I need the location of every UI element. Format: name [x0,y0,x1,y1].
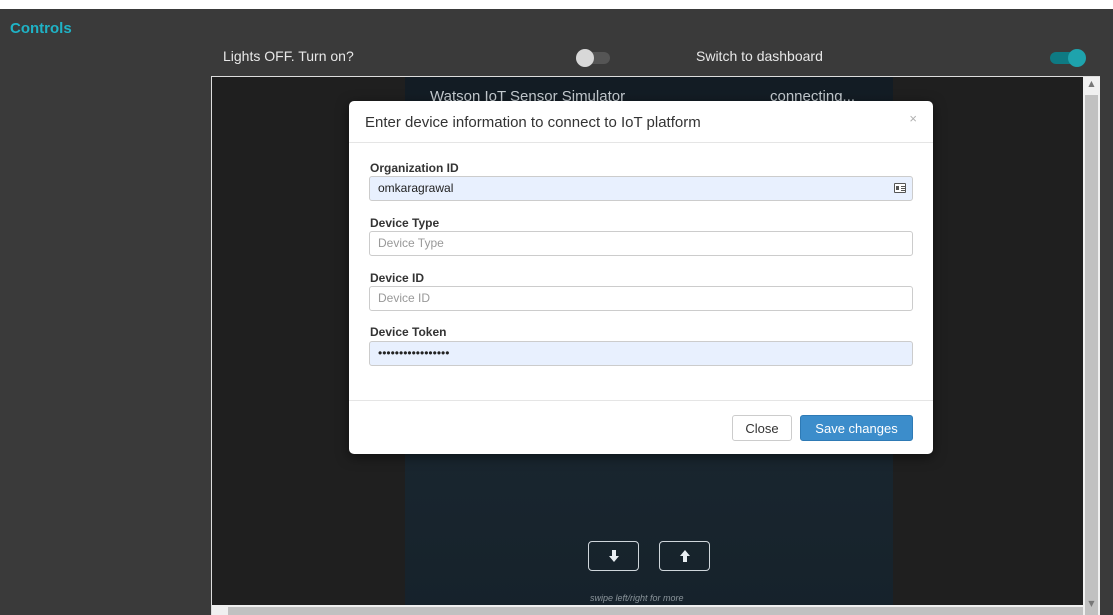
swipe-hint: swipe left/right for more [590,593,684,603]
arrow-down-icon [608,550,619,562]
organization-id-label: Organization ID [370,161,459,175]
organization-id-value: omkaragrawal [378,181,454,195]
contact-card-icon[interactable] [894,183,906,193]
device-id-placeholder: Device ID [378,291,431,305]
organization-id-input[interactable]: omkaragrawal [369,176,913,201]
modal-footer: Close Save changes [349,400,933,454]
device-id-label: Device ID [370,271,425,285]
device-token-label: Device Token [370,325,447,339]
device-info-modal: Enter device information to connect to I… [349,101,933,454]
toggle-knob [1068,49,1086,67]
scroll-up-arrow-icon[interactable]: ▲ [1083,77,1100,91]
horizontal-scrollbar[interactable] [212,605,1083,615]
device-token-input[interactable]: ••••••••••••••••• [369,341,913,366]
increase-button[interactable] [659,541,710,571]
decrease-button[interactable] [588,541,639,571]
lights-toggle-label: Lights OFF. Turn on? [223,48,354,64]
top-strip [0,0,1113,9]
horizontal-scroll-thumb[interactable] [228,607,1083,615]
modal-title: Enter device information to connect to I… [365,114,701,131]
device-type-label: Device Type [370,216,440,230]
vertical-scroll-thumb[interactable] [1085,95,1098,615]
vertical-scrollbar[interactable]: ▲ ▼ [1083,77,1100,615]
close-button[interactable]: Close [732,415,792,441]
close-icon[interactable]: × [909,111,917,126]
toggle-knob [576,49,594,67]
scroll-down-arrow-icon[interactable]: ▼ [1083,597,1100,611]
device-token-value: ••••••••••••••••• [378,346,450,360]
device-type-placeholder: Device Type [378,236,444,250]
modal-header: Enter device information to connect to I… [349,101,933,143]
lights-toggle[interactable] [576,49,610,67]
arrow-up-icon [679,550,690,562]
controls-title: Controls [10,20,72,37]
device-type-input[interactable]: Device Type [369,231,913,256]
device-id-input[interactable]: Device ID [369,286,913,311]
dashboard-toggle[interactable] [1050,49,1086,67]
save-changes-button[interactable]: Save changes [800,415,913,441]
dashboard-toggle-label: Switch to dashboard [696,48,823,64]
